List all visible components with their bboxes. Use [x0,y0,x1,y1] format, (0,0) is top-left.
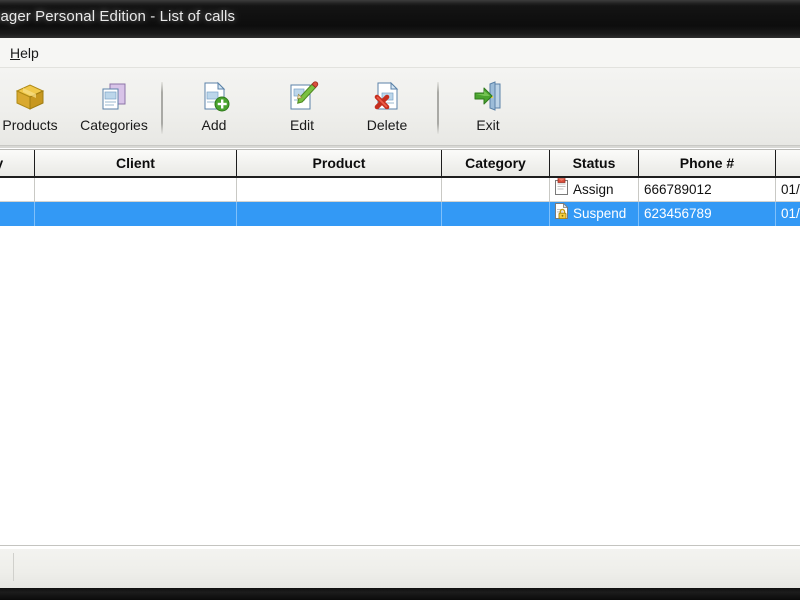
column-header-status[interactable]: Status [550,150,639,176]
grid-header-row: ty Client Product Category Status Phone … [0,150,800,178]
toolbar-button-edit-label: Edit [289,117,315,133]
toolbar-button-exit-label: Exit [476,117,500,133]
cell-product [237,178,442,202]
status-bar-panel-divider [13,553,14,581]
toolbar: Products Categories Add Edit Delete Exit [0,68,800,148]
toolbar-button-categories[interactable]: Categories [66,76,162,140]
menu-item-help-accel: H [10,45,21,61]
cell-phone: 666789012 [639,178,776,202]
toolbar-separator-2 [437,82,439,134]
page-edit-icon [266,76,338,116]
column-header-quantity[interactable]: ty [0,150,35,176]
cell-client [35,202,237,226]
copy-pages-icon [66,76,162,116]
menu-item-help[interactable]: Help [4,43,45,63]
cell-date: 01/ [776,178,800,202]
toolbar-button-delete[interactable]: Delete [350,76,424,140]
page-delete-icon [350,76,424,116]
calls-data-grid[interactable]: ty Client Product Category Status Phone … [0,149,800,534]
window-bottom-edge [0,588,800,600]
title-bar[interactable]: nager Personal Edition - List of calls [0,0,800,38]
exit-door-icon [452,76,524,116]
page-add-icon [178,76,250,116]
cell-phone: 623456789 [639,202,776,226]
cell-date: 01/ [776,202,800,226]
column-header-date[interactable] [776,150,800,176]
cell-status: Assign [550,178,639,202]
table-row[interactable]: Assign 666789012 01/ [0,178,800,202]
window-title: nager Personal Edition - List of calls [0,8,236,25]
title-bar-sheen [0,0,800,4]
toolbar-button-categories-label: Categories [80,117,148,133]
toolbar-button-edit[interactable]: Edit [266,76,338,140]
status-bar [0,545,800,588]
clipboard-assign-icon [554,178,569,202]
column-header-phone[interactable]: Phone # [639,150,776,176]
toolbar-separator-1 [161,82,163,134]
cell-status: Suspend [550,202,639,226]
grid-empty-area[interactable] [0,230,800,534]
status-badge: Assign [573,182,614,198]
cell-product [237,202,442,226]
column-header-product[interactable]: Product [237,150,442,176]
menu-item-help-rest: elp [20,45,39,61]
toolbar-button-add[interactable]: Add [178,76,250,140]
table-row[interactable]: Suspend 623456789 01/ [0,202,800,226]
toolbar-button-exit[interactable]: Exit [452,76,524,140]
cell-client [35,178,237,202]
cell-quantity [0,202,35,226]
status-badge: Suspend [573,206,627,222]
cell-quantity [0,178,35,202]
toolbar-button-delete-label: Delete [366,117,408,133]
column-header-client[interactable]: Client [35,150,237,176]
cell-category [442,202,550,226]
column-header-category[interactable]: Category [442,150,550,176]
page-lock-suspend-icon [554,202,569,226]
toolbar-button-add-label: Add [201,117,227,133]
menu-bar: Help [0,38,800,68]
application-window: nager Personal Edition - List of calls H… [0,0,800,600]
cell-category [442,178,550,202]
